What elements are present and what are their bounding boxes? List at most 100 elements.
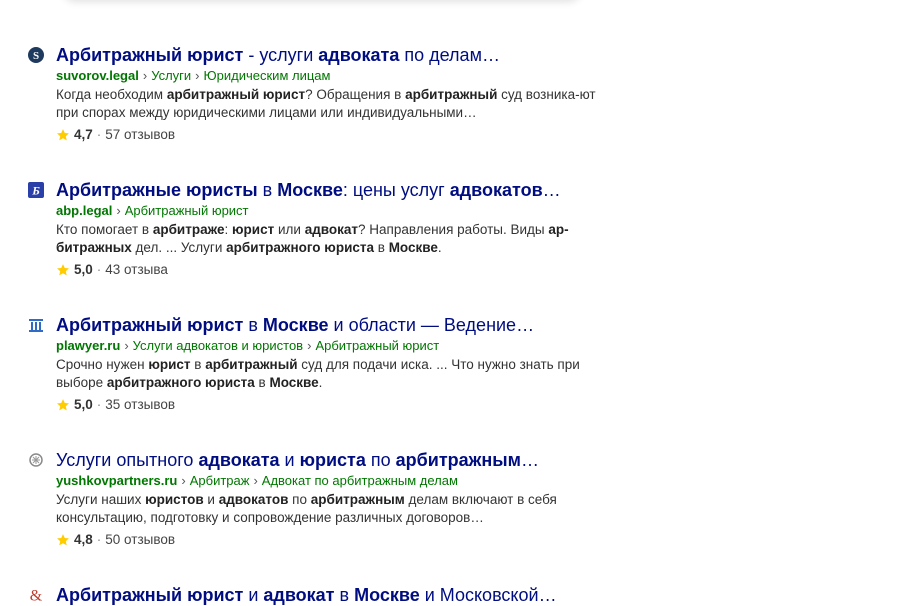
highlighted-term: арбитражный [205, 357, 298, 372]
reviews-count[interactable]: 57 отзывов [105, 126, 175, 144]
highlighted-term: юрист [148, 357, 191, 372]
text-segment: ? Обращения в [305, 87, 406, 102]
text-segment: в [334, 585, 355, 605]
text-segment: в [257, 180, 278, 200]
text-segment: в [243, 315, 263, 335]
result-host[interactable]: plawyer.ru [56, 338, 120, 353]
text-segment: ? Направления работы. Виды [358, 222, 549, 237]
rating-separator: · [96, 127, 102, 142]
text-segment: . [318, 375, 323, 390]
text-segment: по делам… [399, 45, 500, 65]
highlighted-term: адвокат [263, 585, 335, 605]
breadcrumb-separator: › [116, 203, 121, 218]
rating-separator: · [96, 532, 102, 547]
text-segment: в [254, 375, 270, 390]
breadcrumb-item[interactable]: Услуги адвокатов и юристов [133, 338, 303, 353]
text-segment: Услуги опытного [56, 450, 199, 470]
text-segment: Срочно нужен [56, 357, 149, 372]
highlighted-term: Москве [269, 375, 319, 390]
breadcrumb-separator: › [307, 338, 312, 353]
result-rating[interactable]: 5,0 · 43 отзыва [56, 261, 608, 279]
text-segment: . [437, 240, 442, 255]
text-segment: в [374, 240, 389, 255]
result-rating[interactable]: 5,0 · 35 отзывов [56, 396, 608, 414]
highlighted-term: Москве [388, 240, 438, 255]
ampersand-icon: & [28, 587, 44, 604]
highlighted-term: арбитражного юриста [106, 375, 255, 390]
search-result-1: S Арбитражный юрист - услуги адвоката по… [28, 44, 608, 144]
breadcrumb-item[interactable]: Юридическим лицам [204, 68, 331, 83]
text-segment: Услуги наших [56, 492, 146, 507]
highlighted-term: арбитражным [310, 492, 405, 507]
highlighted-term: Арбитражные юристы [56, 180, 258, 200]
reviews-count[interactable]: 50 отзывов [105, 531, 175, 549]
result-host[interactable]: suvorov.legal [56, 68, 139, 83]
text-segment: по [365, 450, 396, 470]
text-segment: : цены услуг [342, 180, 450, 200]
result-url-path[interactable]: abp.legal › Арбитражный юрист [56, 202, 608, 220]
reviews-count[interactable]: 43 отзыва [105, 261, 168, 279]
result-title-link[interactable]: Арбитражный юрист в Москве и области — В… [56, 314, 608, 336]
text-segment: и [243, 585, 264, 605]
svg-text:Б: Б [31, 184, 40, 198]
result-title-link[interactable]: Услуги опытного адвоката и юриста по арб… [56, 449, 608, 471]
result-host[interactable]: yushkovpartners.ru [56, 473, 177, 488]
result-snippet: Когда необходим арбитражный юрист? Обращ… [56, 86, 608, 122]
breadcrumb-separator: › [124, 338, 129, 353]
text-segment: в [190, 357, 206, 372]
text-segment: : [224, 222, 233, 237]
highlighted-term: адвоката [318, 45, 400, 65]
highlighted-term: Арбитражный юрист [56, 585, 244, 605]
result-url-path[interactable]: plawyer.ru › Услуги адвокатов и юристов › Ар… [56, 337, 608, 355]
text-segment: … [521, 450, 539, 470]
result-host[interactable]: abp.legal [56, 203, 112, 218]
text-segment: и области — Ведение… [328, 315, 535, 335]
highlighted-term: Москве [277, 180, 343, 200]
highlighted-term: Арбитражный юрист [56, 315, 244, 335]
star-icon [57, 264, 69, 276]
highlighted-term: Москве [262, 315, 329, 335]
rating-separator: · [96, 262, 102, 277]
highlighted-term: юристов [145, 492, 204, 507]
rating-separator: · [96, 397, 102, 412]
rating-score: 5,0 [74, 397, 93, 412]
search-result-4: Услуги опытного адвоката и юриста по арб… [28, 449, 608, 549]
abp-b-icon: Б [28, 182, 44, 198]
result-url-path[interactable]: suvorov.legal › Услуги › Юридическим лицам [56, 67, 608, 85]
svg-text:&: & [30, 587, 43, 604]
star-icon [57, 399, 69, 411]
search-result-2: Б Арбитражные юристы в Москве: цены услу… [28, 179, 608, 279]
suvorov-s-icon: S [28, 47, 44, 63]
result-rating[interactable]: 4,7 · 57 отзывов [56, 126, 608, 144]
rating-score: 4,7 [74, 127, 93, 142]
text-segment: Кто помогает в [56, 222, 153, 237]
result-snippet: Услуги наших юристов и адвокатов по арби… [56, 491, 608, 527]
result-title-link[interactable]: Арбитражные юристы в Москве: цены услуг … [56, 179, 608, 201]
highlighted-term: арбитражный [405, 87, 498, 102]
highlighted-term: арбитражным [395, 450, 521, 470]
highlighted-term: арбитраже [152, 222, 225, 237]
highlighted-term: Арбитражный юрист [56, 45, 244, 65]
result-snippet: Кто помогает в арбитраже: юрист или адво… [56, 221, 608, 257]
text-segment: и [279, 450, 300, 470]
breadcrumb-item[interactable]: Услуги [151, 68, 191, 83]
yushkov-emblem-icon [28, 452, 44, 468]
result-snippet: Срочно нужен юрист в арбитражный суд для… [56, 356, 608, 392]
reviews-count[interactable]: 35 отзывов [105, 396, 175, 414]
breadcrumb-item[interactable]: Арбитражный юрист [315, 338, 439, 353]
text-segment: или [274, 222, 305, 237]
result-title-link[interactable]: Арбитражный юрист - услуги адвоката по д… [56, 44, 608, 66]
highlighted-term: Москве [354, 585, 420, 605]
highlighted-term: адвокат [304, 222, 359, 237]
star-icon [57, 534, 69, 546]
rating-score: 4,8 [74, 532, 93, 547]
star-icon [57, 129, 69, 141]
result-url-path[interactable]: yushkovpartners.ru › Арбитраж › Адвокат по а… [56, 472, 608, 490]
breadcrumb-separator: › [142, 68, 148, 83]
breadcrumb-separator: › [181, 473, 186, 488]
highlighted-term: адвокатов [449, 180, 543, 200]
breadcrumb-item[interactable]: Арбитражный юрист [125, 203, 249, 218]
breadcrumb-item[interactable]: Арбитраж [190, 473, 250, 488]
breadcrumb-item[interactable]: Адвокат по арбитражным делам [262, 473, 458, 488]
result-rating[interactable]: 4,8 · 50 отзывов [56, 531, 608, 549]
